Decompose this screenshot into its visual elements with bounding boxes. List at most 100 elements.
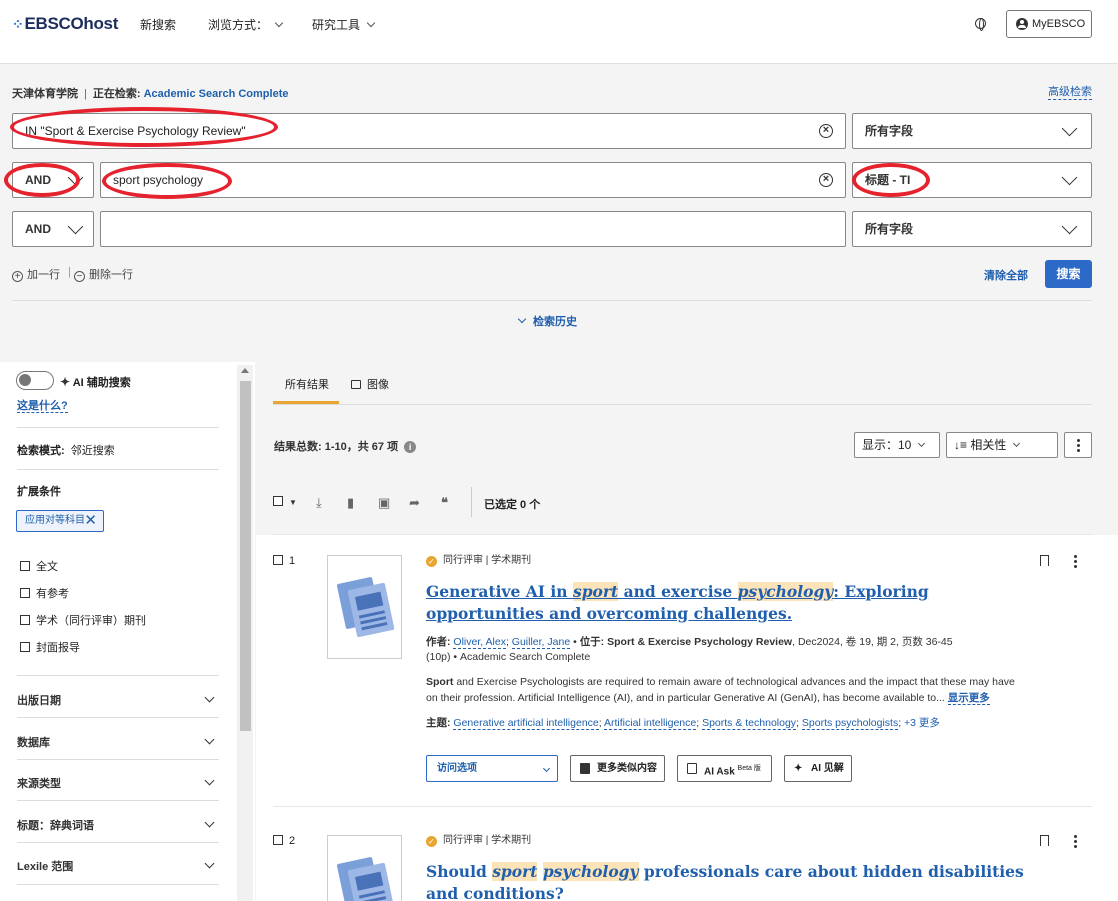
scroll-up-arrow-icon[interactable]	[241, 368, 249, 373]
remove-row-button[interactable]: − 删除一行	[74, 266, 133, 282]
chevron-down-icon	[1061, 169, 1078, 186]
minus-circle-icon: −	[74, 271, 85, 282]
checkbox[interactable]	[20, 588, 30, 598]
globe-icon[interactable]	[975, 18, 986, 31]
kebab-icon[interactable]	[1074, 840, 1077, 843]
checkbox[interactable]	[273, 555, 283, 565]
subject-link[interactable]: Generative artificial intelligence	[453, 717, 599, 730]
result-title-link[interactable]: Should sport psychology professionals ca…	[426, 861, 1026, 901]
document-thumbnail[interactable]	[327, 835, 402, 901]
tab-all-results[interactable]: 所有结果	[285, 376, 329, 392]
subject-link[interactable]: Sports & technology	[702, 717, 797, 730]
advanced-search-link[interactable]: 高级检索	[1048, 83, 1092, 100]
clear-all-button[interactable]: 清除全部	[984, 267, 1028, 283]
checkbox[interactable]	[20, 615, 30, 625]
expander-chip[interactable]: 应用对等科目 ✕	[16, 510, 104, 532]
chevron-down-icon	[1061, 120, 1078, 137]
select-all-checkbox[interactable]: ▼	[273, 496, 297, 508]
clear-icon[interactable]: ×	[819, 124, 833, 138]
close-icon[interactable]: ✕	[84, 511, 97, 531]
search-input-row-3[interactable]	[100, 211, 846, 247]
search-input-row-2[interactable]: sport psychology ×	[100, 162, 846, 198]
chevron-down-icon	[204, 734, 215, 745]
subject-link[interactable]: Artificial intelligence	[604, 717, 697, 730]
search-input-row-1[interactable]: IN "Sport & Exercise Psychology Review" …	[12, 113, 846, 149]
facet-lexile-range[interactable]: Lexile 范围	[17, 858, 219, 874]
checkbox[interactable]	[273, 835, 283, 845]
nav-research-tools[interactable]: 研究工具	[312, 16, 376, 33]
limiter-peer-reviewed[interactable]: 学术（同行评审）期刊	[20, 612, 146, 628]
what-is-this-link[interactable]: 这是什么?	[17, 400, 68, 413]
more-like-this-button[interactable]: 更多类似内容	[570, 755, 665, 782]
database-link[interactable]: Academic Search Complete	[144, 88, 289, 100]
show-more-link[interactable]: 显示更多	[947, 692, 990, 705]
bookmark-icon[interactable]: ▮	[347, 495, 354, 511]
chevron-down-icon	[204, 692, 215, 703]
ai-assist-label: ✦ AI 辅助搜索	[60, 375, 131, 389]
field-select-row-3[interactable]: 所有字段	[852, 211, 1092, 247]
scrollbar-thumb[interactable]	[240, 381, 251, 731]
page-size-select[interactable]: 显示：10	[854, 432, 940, 458]
top-bar: ⁘EBSCOhost 新搜索 浏览方式： 研究工具 MyEBSCO	[0, 0, 1118, 64]
nav-browse[interactable]: 浏览方式：	[208, 16, 284, 33]
field-select-row-2[interactable]: 标题 - TI	[852, 162, 1092, 198]
field-select-row-1[interactable]: 所有字段	[852, 113, 1092, 149]
document-thumbnail[interactable]	[327, 555, 402, 659]
info-icon[interactable]: i	[404, 441, 417, 453]
subject-link[interactable]: Sports psychologists	[801, 717, 899, 730]
ai-assist-toggle[interactable]	[16, 371, 54, 390]
ai-insights-button[interactable]: ✦ AI 见解	[784, 755, 852, 782]
chevron-down-icon	[204, 858, 215, 869]
result-subjects: 主题: Generative artificial intelligence; …	[426, 717, 940, 730]
chevron-down-icon	[517, 314, 527, 324]
clear-icon[interactable]: ×	[819, 173, 833, 187]
facet-publication-date[interactable]: 出版日期	[17, 692, 219, 708]
checkbox[interactable]	[20, 561, 30, 571]
operator-select-row-3[interactable]: AND	[12, 211, 94, 247]
result-title-link[interactable]: Generative AI in sport and exercise psyc…	[426, 581, 1026, 625]
search-mode[interactable]: 检索模式: 邻近搜索	[17, 442, 115, 458]
tab-images[interactable]: 图像	[351, 376, 389, 392]
facet-database[interactable]: 数据库	[17, 734, 219, 750]
checkbox[interactable]	[20, 642, 30, 652]
nav-new-search[interactable]: 新搜索	[140, 16, 176, 33]
chevron-down-icon	[204, 775, 215, 786]
ebscohost-logo[interactable]: ⁘EBSCOhost	[12, 14, 118, 34]
facet-subject-thesaurus[interactable]: 标题：辞典词语	[17, 817, 219, 833]
chevron-down-icon	[274, 18, 284, 28]
share-icon[interactable]: ➦	[409, 495, 420, 511]
chevron-down-icon	[366, 18, 376, 28]
facet-source-type[interactable]: 来源类型	[17, 775, 219, 791]
add-folder-icon[interactable]: ▣	[378, 495, 390, 511]
limiter-full-text[interactable]: 全文	[20, 558, 58, 574]
author-link[interactable]: Oliver, Alex	[453, 636, 506, 649]
user-icon	[1016, 18, 1028, 30]
checkbox[interactable]	[273, 496, 283, 506]
bookmark-icon[interactable]	[1040, 555, 1049, 567]
operator-select-row-2[interactable]: AND	[12, 162, 94, 198]
download-icon[interactable]: ⤓	[316, 495, 322, 511]
cite-icon[interactable]: ❝	[441, 495, 448, 511]
search-history-toggle[interactable]: 检索历史	[517, 313, 577, 329]
author-link[interactable]: Guiller, Jane	[511, 636, 571, 649]
sparkle-icon: ✦	[60, 375, 71, 389]
document-icon	[347, 582, 395, 638]
add-row-button[interactable]: + 加一行	[12, 266, 60, 282]
caret-down-icon[interactable]: ▼	[289, 498, 297, 507]
myebsco-button[interactable]: MyEBSCO	[1006, 10, 1092, 38]
more-options-button[interactable]	[1064, 432, 1092, 458]
limiter-references[interactable]: 有参考	[20, 585, 69, 601]
access-options-select[interactable]: 访问选项	[426, 755, 558, 782]
result-checkbox[interactable]: 1	[273, 555, 295, 567]
ai-ask-button[interactable]: AI Ask Beta 版	[677, 755, 772, 782]
sort-select[interactable]: ↓≡ 相关性	[946, 432, 1058, 458]
expanders-heading: 扩展条件	[17, 486, 61, 498]
kebab-icon[interactable]	[1074, 560, 1077, 563]
limiter-cover-story[interactable]: 封面报导	[20, 639, 80, 655]
result-checkbox[interactable]: 2	[273, 835, 295, 847]
selected-count: 已选定 0 个	[484, 499, 541, 511]
more-subjects-link[interactable]: +3 更多	[904, 717, 940, 729]
bookmark-icon[interactable]	[1040, 835, 1049, 847]
search-button[interactable]: 搜索	[1045, 260, 1092, 288]
plus-circle-icon: +	[12, 271, 23, 282]
